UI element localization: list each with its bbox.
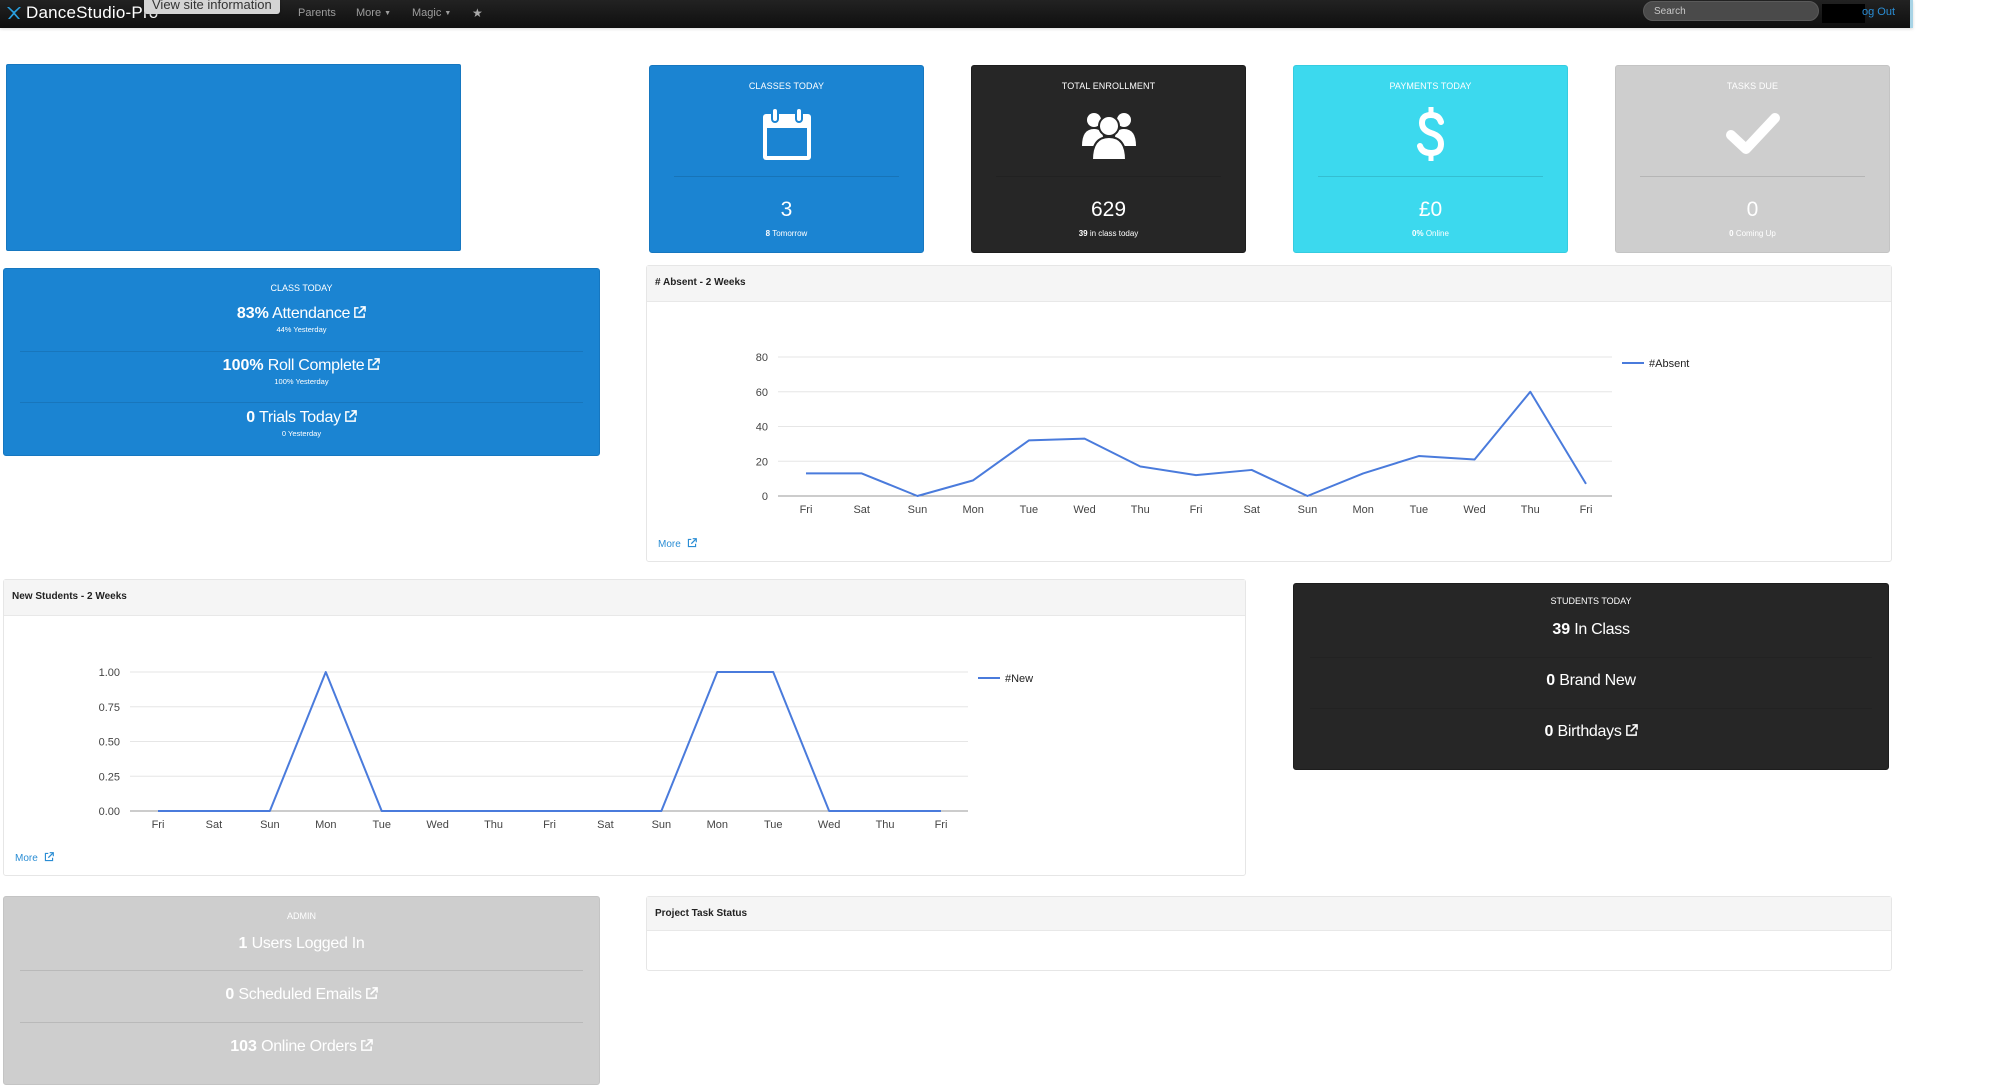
online-orders-row[interactable]: 103 Online Orders: [4, 1038, 599, 1056]
external-link-icon[interactable]: [1625, 724, 1638, 737]
x-tick-label: Tue: [764, 819, 783, 831]
in-class-row: 39 In Class: [1294, 621, 1888, 639]
divider: [1310, 657, 1872, 658]
card-title: Project Task Status: [647, 897, 1891, 931]
project-task-status-card: Project Task Status: [646, 896, 1892, 971]
divider: [20, 1022, 583, 1023]
birthdays-row[interactable]: 0 Birthdays: [1294, 723, 1888, 741]
row-label: Online Orders: [256, 1038, 357, 1055]
x-tick-label: Mon: [315, 819, 336, 831]
x-tick-label: Wed: [818, 819, 840, 831]
scheduled-emails-row[interactable]: 0 Scheduled Emails: [4, 986, 599, 1004]
x-tick-label: Sat: [206, 819, 223, 831]
legend-label: #New: [1005, 673, 1033, 685]
x-tick-label: Mon: [707, 819, 728, 831]
x-tick-label: Wed: [426, 819, 448, 831]
x-tick-label: Sat: [597, 819, 614, 831]
brand-new-row: 0 Brand New: [1294, 672, 1888, 690]
row-label: Users Logged In: [247, 935, 365, 952]
panel-title: ADMIN: [287, 911, 316, 921]
users-logged-in-row: 1 Users Logged In: [4, 935, 599, 953]
x-tick-label: Fri: [152, 819, 165, 831]
x-tick-label: Fri: [935, 819, 948, 831]
x-tick-label: Sun: [260, 819, 280, 831]
row-main: 0 Scheduled Emails: [4, 986, 599, 1004]
row-main: 0 Brand New: [1294, 672, 1888, 690]
y-tick-label: 0.75: [99, 702, 120, 714]
row-value: 103: [230, 1038, 257, 1055]
y-tick-label: 0.00: [99, 806, 120, 818]
row-value: 0: [225, 986, 235, 1003]
row-label: Birthdays: [1553, 723, 1622, 740]
row-label: In Class: [1570, 621, 1630, 638]
x-tick-label: Fri: [543, 819, 556, 831]
divider: [1310, 708, 1872, 709]
external-link-icon[interactable]: [360, 1039, 373, 1052]
x-tick-label: Thu: [484, 819, 503, 831]
row-value: 0: [1546, 672, 1556, 689]
external-link-icon[interactable]: [365, 987, 378, 1000]
row-main: 0 Birthdays: [1294, 723, 1888, 741]
panel-title: STUDENTS TODAY: [1550, 596, 1632, 606]
row-label: Brand New: [1555, 672, 1636, 689]
x-tick-label: Thu: [876, 819, 895, 831]
row-main: 1 Users Logged In: [4, 935, 599, 953]
row-main: 103 Online Orders: [4, 1038, 599, 1056]
x-tick-label: Tue: [372, 819, 391, 831]
x-tick-label: Sun: [652, 819, 672, 831]
divider: [20, 970, 583, 971]
row-main: 39 In Class: [1294, 621, 1888, 639]
row-value: 39: [1552, 621, 1571, 638]
y-tick-label: 0.25: [99, 771, 120, 783]
y-tick-label: 1.00: [99, 667, 120, 679]
row-label: Scheduled Emails: [234, 986, 362, 1003]
y-tick-label: 0.50: [99, 737, 120, 749]
admin-panel: ADMIN 1 Users Logged In 0 Scheduled Emai…: [3, 896, 600, 1085]
students-today-panel: STUDENTS TODAY 39 In Class 0 Brand New 0…: [1293, 583, 1889, 770]
